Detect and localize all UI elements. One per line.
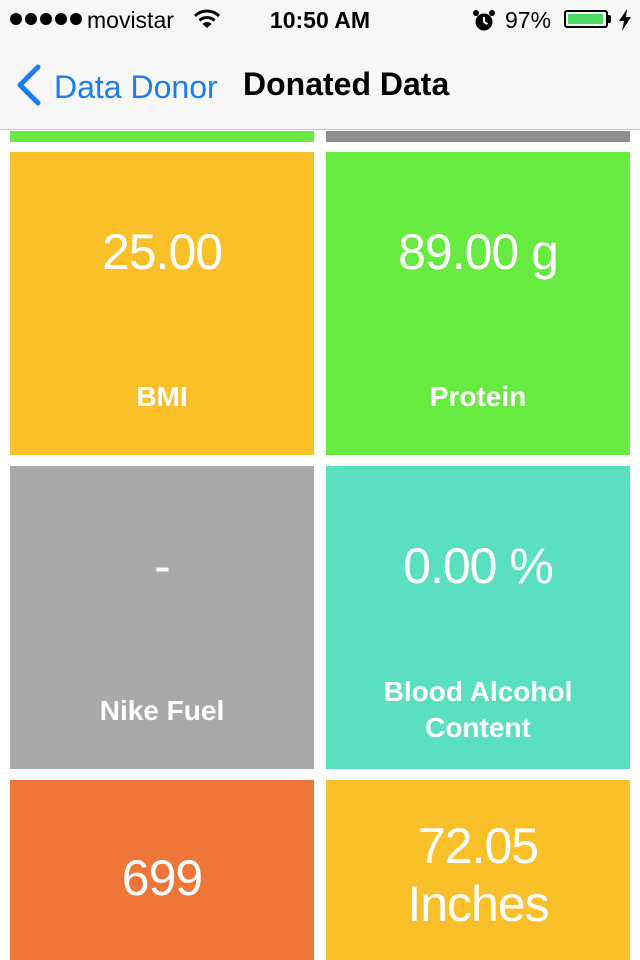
tile-label: Nike Fuel — [99, 695, 225, 726]
tile-label: Protein — [429, 381, 527, 412]
battery-icon — [564, 10, 608, 28]
back-button[interactable]: Data Donor — [14, 64, 218, 111]
tile-height[interactable]: 72.05 Inches — [326, 780, 630, 960]
battery-cap — [608, 15, 611, 23]
tile-value: 72.05 Inches — [407, 818, 549, 932]
tile-partial-left[interactable] — [10, 131, 314, 142]
tile-label: BMI — [136, 381, 188, 412]
tile-protein[interactable]: 89.00 g Protein — [326, 152, 630, 455]
tile-bmi[interactable]: 25.00 BMI — [10, 152, 314, 455]
charging-bolt-icon — [618, 9, 632, 37]
tile-value: 0.00 % — [403, 538, 554, 594]
tile-partial-right[interactable] — [326, 131, 630, 142]
alarm-clock-icon — [472, 9, 496, 39]
navigation-bar: Data Donor Donated Data — [0, 40, 640, 128]
tile-orange[interactable]: 699 — [10, 780, 314, 960]
tile-blood-alcohol[interactable]: 0.00 % Blood Alcohol Content — [326, 466, 630, 769]
battery-percentage: 97% — [505, 7, 552, 33]
tile-label: Blood Alcohol Content — [383, 676, 573, 744]
top-chrome: movistar 10:50 AM 97% Data Donor Donated… — [0, 0, 640, 130]
battery-level-fill — [568, 14, 603, 24]
chevron-left-icon — [14, 64, 42, 111]
tile-value: 25.00 — [101, 224, 223, 280]
tile-value: - — [154, 538, 171, 594]
tile-value: 699 — [121, 850, 203, 906]
tile-nike-fuel[interactable]: - Nike Fuel — [10, 466, 314, 769]
tile-value: 89.00 g — [398, 224, 559, 280]
status-bar: movistar 10:50 AM 97% — [0, 0, 640, 40]
back-button-label: Data Donor — [54, 69, 218, 105]
page-title: Donated Data — [243, 66, 450, 102]
